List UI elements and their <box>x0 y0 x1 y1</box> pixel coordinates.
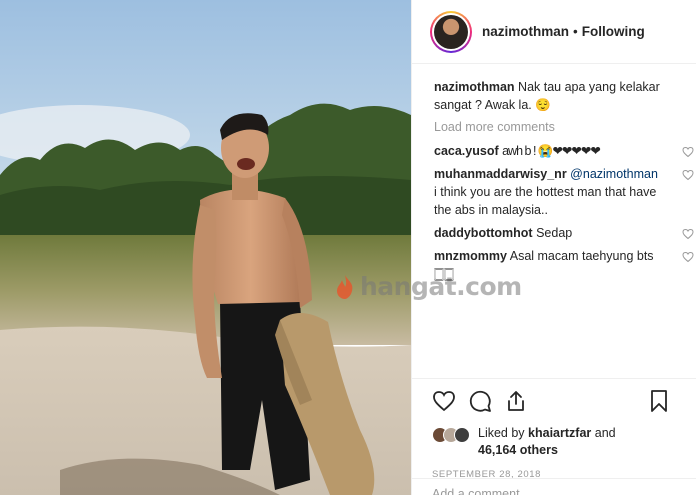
comment-text: awh b ! 😭❤❤❤❤❤ <box>502 144 601 158</box>
caption-username[interactable]: nazimothman <box>434 80 515 94</box>
likes-count[interactable]: 46,164 others <box>478 443 558 457</box>
comment-like-heart-icon[interactable] <box>682 228 694 240</box>
liked-by-prefix: Liked by <box>478 426 525 440</box>
follow-status-button[interactable]: Following <box>582 24 645 39</box>
comment-item: caca.yusof awh b ! 😭❤❤❤❤❤ <box>434 142 694 160</box>
profile-avatar[interactable] <box>430 10 472 53</box>
post-side-panel: nazimothman • Following nazimothman Nak … <box>411 0 696 495</box>
avatar <box>454 427 470 443</box>
comment-mention[interactable]: @nazimothman <box>570 167 658 181</box>
share-icon[interactable] <box>504 389 528 413</box>
heart-icon[interactable] <box>432 389 456 413</box>
add-comment-input[interactable]: Add a comment… <box>412 478 696 495</box>
post-photo[interactable] <box>0 0 411 495</box>
liked-by-and: and <box>594 426 616 440</box>
load-more-comments[interactable]: Load more comments <box>434 118 684 136</box>
comment-text: Asal macam taehyung bts <box>509 249 654 263</box>
comment-item: mnzmommy Asal macam taehyung bts 🀆🀆 <box>434 247 694 283</box>
comment-username[interactable]: mnzmommy <box>434 249 507 263</box>
bookmark-icon[interactable] <box>647 389 671 413</box>
comment-username[interactable]: daddybottomhot <box>434 226 533 240</box>
post-actions: Liked by khaiartzfar and 46,164 others S… <box>412 378 696 480</box>
comment-like-heart-icon[interactable] <box>682 251 694 263</box>
comment-username[interactable]: caca.yusof <box>434 144 499 158</box>
post-username[interactable]: nazimothman <box>482 24 569 39</box>
action-icons-row <box>432 389 696 413</box>
post-image <box>0 0 411 495</box>
post-caption: nazimothman Nak tau apa yang kelakar san… <box>434 78 684 114</box>
separator-dot: • <box>573 24 578 39</box>
liker-avatars[interactable] <box>432 427 470 443</box>
comment-item: daddybottomhot Sedap <box>434 224 694 242</box>
comments-section: nazimothman Nak tau apa yang kelakar san… <box>434 78 694 288</box>
comment-extra-glyphs: 🀆🀆 <box>434 267 454 281</box>
flame-icon <box>337 274 353 299</box>
comment-like-heart-icon[interactable] <box>682 146 694 158</box>
comment-like-heart-icon[interactable] <box>682 169 694 181</box>
post-header: nazimothman • Following <box>412 0 696 64</box>
comment-text: i think you are the hottest man that hav… <box>434 185 657 217</box>
comment-username[interactable]: muhanmaddarwisy_nr <box>434 167 567 181</box>
comment-bubble-icon[interactable] <box>468 389 492 413</box>
likes-summary: Liked by khaiartzfar and 46,164 others <box>432 425 696 459</box>
liked-by-user[interactable]: khaiartzfar <box>528 426 591 440</box>
comment-item: muhanmaddarwisy_nr @nazimothman i think … <box>434 165 694 219</box>
comment-text: Sedap <box>536 226 573 240</box>
